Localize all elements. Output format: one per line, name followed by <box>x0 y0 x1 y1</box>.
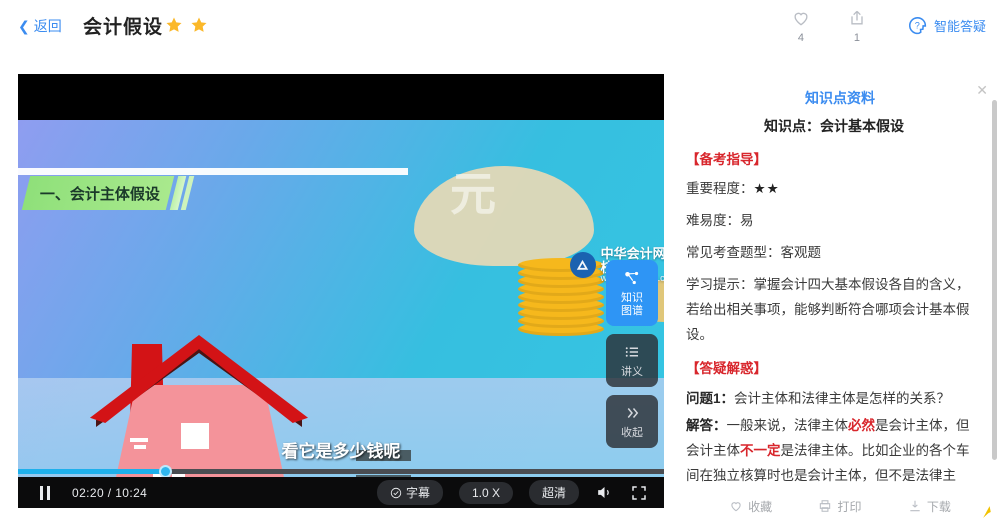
like-button[interactable]: 4 <box>773 0 829 44</box>
video-time-display: 02:20 / 10:24 <box>72 485 148 500</box>
faq-answer-1-label: 解答： <box>686 418 727 433</box>
knowledge-graph-icon <box>606 269 658 289</box>
knowledge-panel-footer: 收藏 打印 下载 <box>680 489 1000 523</box>
fullscreen-button[interactable] <box>630 484 648 502</box>
video-progress-bar[interactable] <box>18 465 664 478</box>
download-label: 下载 <box>926 499 951 514</box>
course-rating-stars <box>165 16 208 34</box>
check-circle-icon <box>390 487 402 498</box>
page-header: ❮ 返回 会计假设 4 1 ? 智能答疑 <box>0 0 1000 60</box>
like-count: 4 <box>797 32 805 44</box>
exam-guide-heading: 【备考指导】 <box>686 152 767 167</box>
star-icon <box>166 17 182 32</box>
favorite-label: 收藏 <box>748 499 773 514</box>
faq-answer-1-emphasis-2: 不一定 <box>740 443 781 458</box>
video-quality-label: 超清 <box>541 486 566 500</box>
study-tip-row: 学习提示：掌握会计四大基本假设各自的含义，若给出相关事项，能够判断符合哪项会计基… <box>686 277 970 342</box>
faq-question-1: 问题1：会计主体和法律主体是怎样的关系？ <box>686 386 982 411</box>
faq-question-1-label: 问题1： <box>686 391 735 406</box>
ai-assistant-button[interactable]: ? 智能答疑 <box>907 14 986 36</box>
share-button[interactable]: 1 <box>829 0 885 44</box>
ai-assistant-label: 智能答疑 <box>933 18 986 34</box>
page-title: 会计假设 <box>83 17 164 38</box>
knowledge-panel-body: 知识点：会计基本假设 【备考指导】 重要程度：★★ 难易度：易 常见考查题型：客… <box>680 112 1000 487</box>
back-label: 返回 <box>33 18 62 34</box>
volume-button[interactable] <box>595 483 614 502</box>
star-icon <box>191 17 207 32</box>
video-quality-button[interactable]: 超清 <box>528 480 579 505</box>
chinaacc-logo-icon <box>570 252 596 279</box>
slide-banner: 一、会计主体假设 <box>21 176 195 210</box>
knowledge-panel: 知识点资料 ✕ 知识点：会计基本假设 【备考指导】 重要程度：★★ 难易度：易 … <box>680 74 1000 523</box>
fullscreen-icon <box>632 485 646 500</box>
video-frame-content: 一、会计主体假设 元 中华会计网 知识 图谱 讲义 收起 看它是多少钱呢 <box>18 120 664 508</box>
playback-speed-button[interactable]: 1.0 X <box>458 481 513 504</box>
slide-banner-text: 一、会计主体假设 <box>40 185 161 203</box>
question-type-row: 常见考查题型：客观题 <box>686 245 821 260</box>
favorite-button[interactable]: 收藏 <box>729 498 772 515</box>
close-icon[interactable]: ✕ <box>976 83 988 97</box>
question-head-icon: ? <box>908 17 927 35</box>
video-subtitle: 看它是多少钱呢 <box>281 442 401 461</box>
faq-answer-1-part1: 一般来说，法律主体 <box>726 418 849 433</box>
lecture-notes-label: 讲义 <box>621 366 643 378</box>
subtitle-button[interactable]: 字幕 <box>376 480 443 505</box>
header-actions: 4 1 ? 智能答疑 <box>773 0 1000 60</box>
video-side-tools: 知识 图谱 讲义 收起 <box>606 260 658 456</box>
pause-icon <box>40 485 43 500</box>
knowledge-panel-title: 知识点资料 <box>805 90 875 106</box>
chevron-left-icon: ❮ <box>18 18 30 34</box>
share-icon <box>829 8 885 30</box>
faq-heading: 【答疑解惑】 <box>686 361 767 376</box>
knowledge-graph-button[interactable]: 知识 图谱 <box>606 260 658 326</box>
money-bag-character: 元 <box>450 168 496 220</box>
print-label: 打印 <box>837 499 862 514</box>
pause-button[interactable] <box>40 485 50 500</box>
importance-label: 重要程度： <box>686 181 754 196</box>
video-player[interactable]: 一、会计主体假设 元 中华会计网 知识 图谱 讲义 收起 看它是多少钱呢 02:… <box>18 74 664 508</box>
progress-fill <box>18 469 165 474</box>
banner-top-strip <box>18 168 408 175</box>
corner-marker-icon <box>983 506 991 518</box>
playback-speed-label: 1.0 X <box>471 485 500 500</box>
knowledge-point-title: 知识点：会计基本假设 <box>764 118 904 134</box>
knowledge-graph-label-1: 知识 <box>621 292 643 304</box>
subtitle-button-label: 字幕 <box>405 486 430 500</box>
difficulty-row: 难易度：易 <box>686 213 754 228</box>
svg-text:?: ? <box>915 21 920 31</box>
share-count: 1 <box>853 32 861 44</box>
print-button[interactable]: 打印 <box>818 498 862 515</box>
video-letterbox <box>18 74 664 120</box>
list-icon <box>606 343 658 363</box>
faq-answer-1-emphasis-1: 必然 <box>848 418 875 433</box>
heart-icon <box>773 8 829 30</box>
chevron-right-double-icon <box>606 404 658 424</box>
faq-question-1-text: 会计主体和法律主体是怎样的关系？ <box>734 391 951 406</box>
importance-row: 重要程度：★★ <box>686 176 982 201</box>
video-control-bar: 02:20 / 10:24 字幕 1.0 X 超清 <box>18 477 664 508</box>
pause-icon <box>47 485 50 500</box>
volume-icon <box>598 486 609 499</box>
lecture-notes-button[interactable]: 讲义 <box>606 334 658 387</box>
download-button[interactable]: 下载 <box>908 498 951 515</box>
money-bag-illustration <box>414 166 594 266</box>
course-player-page: ❮ 返回 会计假设 4 1 ? 智能答疑 一、会计主体假设 元 中华会计网 知识… <box>0 0 1000 523</box>
back-button[interactable]: ❮ 返回 <box>18 16 62 36</box>
faq-answer-1: 解答：一般来说，法律主体必然是会计主体，但会计主体不一定是法律主体。比如企业的各… <box>686 413 982 487</box>
knowledge-graph-label-2: 图谱 <box>621 305 643 317</box>
print-icon <box>820 500 831 512</box>
heart-icon <box>731 502 741 512</box>
download-icon <box>910 500 920 512</box>
importance-stars: ★★ <box>753 181 780 196</box>
